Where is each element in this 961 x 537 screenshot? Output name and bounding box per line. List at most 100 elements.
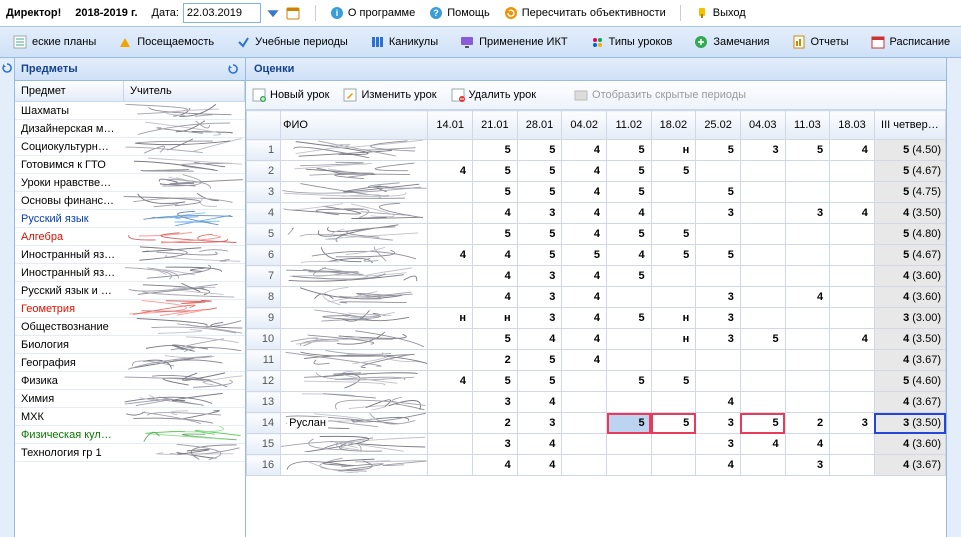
grade-cell[interactable]: [785, 161, 830, 182]
grade-cell[interactable]: 5: [473, 182, 518, 203]
grade-cell[interactable]: 4: [607, 203, 652, 224]
grade-cell[interactable]: [785, 224, 830, 245]
grade-cell[interactable]: н: [651, 329, 696, 350]
grade-cell[interactable]: 3: [517, 287, 562, 308]
grade-cell[interactable]: 4: [517, 455, 562, 476]
grade-cell[interactable]: [428, 434, 473, 455]
grade-row[interactable]: 15545н53545 (4.50): [247, 140, 946, 161]
grade-cell[interactable]: 5: [607, 182, 652, 203]
grade-cell[interactable]: [830, 287, 875, 308]
exit-button[interactable]: Выход: [695, 6, 746, 20]
grade-cell[interactable]: [651, 266, 696, 287]
subject-row[interactable]: Технология гр 1: [15, 444, 245, 462]
grade-cell[interactable]: [428, 140, 473, 161]
subject-row[interactable]: Иностранный яз…: [15, 246, 245, 264]
grade-cell[interactable]: [607, 350, 652, 371]
date-header[interactable]: 04.03: [740, 111, 785, 140]
subject-row[interactable]: География: [15, 354, 245, 372]
grade-cell[interactable]: 3: [473, 434, 518, 455]
grade-cell[interactable]: 5: [651, 371, 696, 392]
grade-cell[interactable]: 4: [562, 287, 607, 308]
grade-row[interactable]: 1644434 (3.67): [247, 455, 946, 476]
grade-cell[interactable]: [428, 266, 473, 287]
grade-cell[interactable]: [607, 287, 652, 308]
grade-cell[interactable]: 3: [473, 392, 518, 413]
grade-cell[interactable]: 4: [562, 203, 607, 224]
grade-cell[interactable]: 4: [562, 182, 607, 203]
grade-cell[interactable]: 3: [517, 266, 562, 287]
grade-cell[interactable]: [830, 266, 875, 287]
grade-cell[interactable]: 3: [696, 329, 741, 350]
grade-cell[interactable]: 5: [651, 245, 696, 266]
grade-cell[interactable]: н: [651, 140, 696, 161]
grade-cell[interactable]: [562, 434, 607, 455]
grade-cell[interactable]: [830, 392, 875, 413]
subject-row[interactable]: Химия: [15, 390, 245, 408]
grade-row[interactable]: 3554555 (4.75): [247, 182, 946, 203]
grade-cell[interactable]: 3: [696, 203, 741, 224]
grade-cell[interactable]: 2: [785, 413, 830, 434]
subject-row[interactable]: Русский язык и …: [15, 282, 245, 300]
grade-cell[interactable]: [830, 434, 875, 455]
grade-cell[interactable]: [830, 245, 875, 266]
holidays-button[interactable]: Каникулы: [361, 31, 447, 53]
subject-row[interactable]: Геометрия: [15, 300, 245, 318]
grade-cell[interactable]: 3: [696, 308, 741, 329]
col-subject[interactable]: Предмет: [15, 81, 124, 101]
grade-cell[interactable]: 4: [785, 434, 830, 455]
grade-cell[interactable]: [740, 182, 785, 203]
grade-cell[interactable]: 4: [562, 308, 607, 329]
grade-cell[interactable]: 4: [428, 161, 473, 182]
grade-cell[interactable]: [740, 266, 785, 287]
grade-cell[interactable]: [562, 455, 607, 476]
grade-cell[interactable]: 5: [473, 371, 518, 392]
grade-cell[interactable]: 4: [473, 287, 518, 308]
grade-row[interactable]: 5554555 (4.80): [247, 224, 946, 245]
grade-cell[interactable]: [428, 455, 473, 476]
grade-row[interactable]: 14Руслан235535233 (3.50): [247, 413, 946, 434]
grade-row[interactable]: 12455555 (4.60): [247, 371, 946, 392]
subject-row[interactable]: Шахматы: [15, 102, 245, 120]
grade-cell[interactable]: [428, 224, 473, 245]
grade-cell[interactable]: [830, 182, 875, 203]
grade-cell[interactable]: 5: [607, 140, 652, 161]
grade-cell[interactable]: [428, 392, 473, 413]
grade-cell[interactable]: 3: [517, 203, 562, 224]
grade-cell[interactable]: 3: [517, 413, 562, 434]
subject-row[interactable]: МХК: [15, 408, 245, 426]
date-header[interactable]: 11.03: [785, 111, 830, 140]
grade-cell[interactable]: 3: [696, 434, 741, 455]
col-teacher[interactable]: Учитель: [124, 81, 245, 101]
grade-cell[interactable]: 4: [473, 455, 518, 476]
grade-cell[interactable]: 3: [785, 455, 830, 476]
grade-cell[interactable]: 5: [517, 182, 562, 203]
grade-row[interactable]: 112544 (3.67): [247, 350, 946, 371]
date-header[interactable]: 18.02: [651, 111, 696, 140]
grade-cell[interactable]: [607, 392, 652, 413]
grade-cell[interactable]: [696, 224, 741, 245]
grade-cell[interactable]: [651, 203, 696, 224]
grade-cell[interactable]: 3: [517, 308, 562, 329]
grade-cell[interactable]: [607, 434, 652, 455]
fio-header[interactable]: ФИО: [281, 111, 428, 140]
subject-row[interactable]: Алгебра: [15, 228, 245, 246]
grade-cell[interactable]: 5: [607, 371, 652, 392]
grade-cell[interactable]: 4: [785, 287, 830, 308]
grade-cell[interactable]: [830, 224, 875, 245]
grade-cell[interactable]: 4: [696, 392, 741, 413]
grade-cell[interactable]: 2: [473, 350, 518, 371]
grade-cell[interactable]: [562, 392, 607, 413]
grade-cell[interactable]: [651, 455, 696, 476]
grade-cell[interactable]: [696, 266, 741, 287]
calendar-icon[interactable]: [285, 5, 301, 21]
grade-cell[interactable]: 4: [473, 245, 518, 266]
date-header[interactable]: 18.03: [830, 111, 875, 140]
grade-cell[interactable]: н: [473, 308, 518, 329]
grade-cell[interactable]: 5: [696, 245, 741, 266]
grade-cell[interactable]: [740, 371, 785, 392]
grade-cell[interactable]: [696, 161, 741, 182]
refresh-icon[interactable]: [227, 63, 239, 75]
grade-cell[interactable]: 4: [562, 140, 607, 161]
grade-cell[interactable]: 2: [473, 413, 518, 434]
grade-cell[interactable]: [696, 350, 741, 371]
